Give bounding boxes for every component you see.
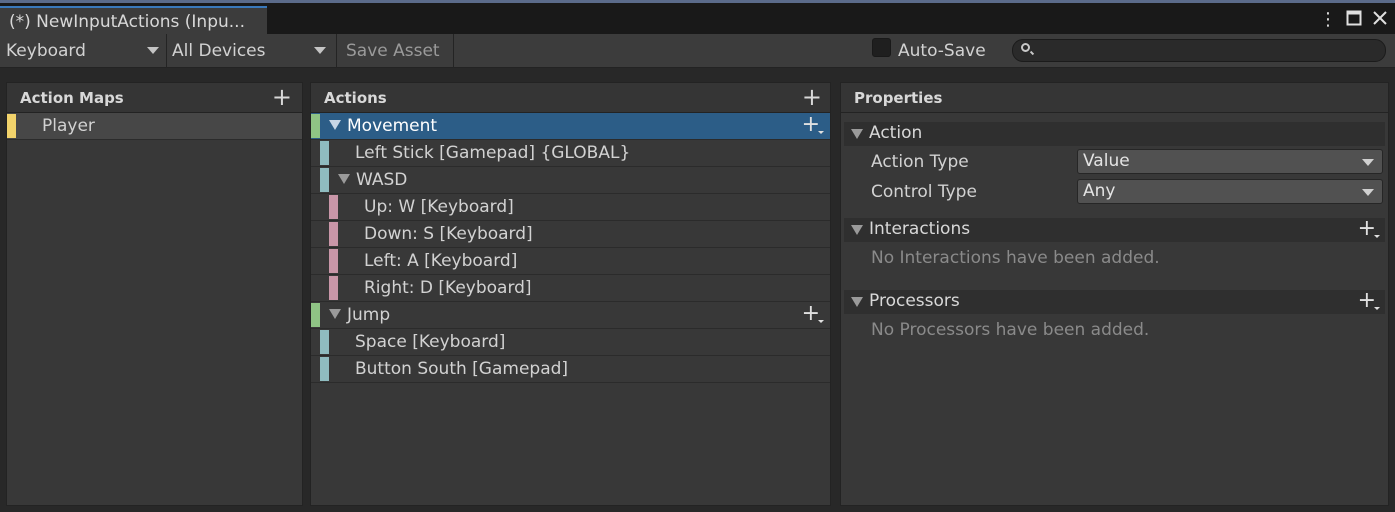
action-maps-title: Action Maps bbox=[20, 89, 124, 107]
tree-row-label: Down: S [Keyboard] bbox=[364, 224, 533, 244]
control-type-label: Control Type bbox=[871, 182, 977, 202]
tree-row-label: Movement bbox=[347, 116, 438, 136]
foldout-triangle-icon[interactable] bbox=[329, 120, 341, 130]
kebab-menu-icon[interactable]: ⋮ bbox=[1319, 10, 1337, 30]
tree-row-label: WASD bbox=[356, 170, 408, 190]
tree-row-label: Left: A [Keyboard] bbox=[364, 251, 518, 271]
row-color-bar bbox=[311, 303, 320, 327]
row-color-bar bbox=[329, 276, 338, 300]
composite-row[interactable]: WASD bbox=[311, 167, 830, 194]
control-type-dropdown[interactable]: Any bbox=[1077, 179, 1383, 204]
action-row[interactable]: Movement + bbox=[311, 113, 830, 140]
foldout-triangle-icon bbox=[851, 297, 863, 307]
save-asset-button[interactable]: Save Asset bbox=[339, 37, 447, 65]
window-tab[interactable]: (*) NewInputActions (Inpu... bbox=[0, 6, 267, 37]
action-row[interactable]: Jump + bbox=[311, 302, 830, 329]
tree-row-label: Jump bbox=[347, 305, 391, 325]
actions-header: Actions + bbox=[311, 83, 830, 113]
properties-title: Properties bbox=[854, 89, 943, 107]
window-controls: ⋮ bbox=[1319, 10, 1389, 30]
tree-row-label: Right: D [Keyboard] bbox=[364, 278, 532, 298]
foldout-triangle-icon bbox=[851, 225, 863, 235]
binding-row[interactable]: Down: S [Keyboard] bbox=[311, 221, 830, 248]
close-icon[interactable] bbox=[1371, 10, 1389, 30]
tree-row-label: Left Stick [Gamepad] {GLOBAL} bbox=[355, 143, 631, 163]
toolbar-divider bbox=[336, 34, 337, 68]
row-color-bar bbox=[329, 249, 338, 273]
action-section-header[interactable]: Action bbox=[844, 122, 1385, 146]
add-binding-icon[interactable]: + bbox=[802, 114, 825, 136]
action-section-title: Action bbox=[869, 123, 923, 143]
action-map-color-bar bbox=[7, 114, 16, 138]
foldout-triangle-icon[interactable] bbox=[329, 309, 341, 319]
foldout-triangle-icon bbox=[851, 129, 863, 139]
row-color-bar bbox=[320, 330, 329, 354]
binding-row[interactable]: Up: W [Keyboard] bbox=[311, 194, 830, 221]
add-interaction-icon[interactable]: + bbox=[1358, 218, 1381, 240]
interactions-section-title: Interactions bbox=[869, 219, 971, 239]
chevron-down-icon bbox=[1362, 159, 1374, 166]
actions-panel: Actions + Movement + Left Stick [Gamepad] … bbox=[310, 82, 831, 506]
tree-row-label: Up: W [Keyboard] bbox=[364, 197, 514, 217]
interactions-empty-note: No Interactions have been added. bbox=[871, 248, 1160, 268]
search-input[interactable] bbox=[1012, 39, 1386, 62]
action-type-dropdown[interactable]: Value bbox=[1077, 149, 1383, 174]
binding-row[interactable]: Left: A [Keyboard] bbox=[311, 248, 830, 275]
processors-section-title: Processors bbox=[869, 291, 960, 311]
row-color-bar bbox=[320, 141, 329, 165]
control-type-value: Any bbox=[1083, 181, 1116, 201]
properties-header: Properties bbox=[841, 83, 1388, 113]
maximize-icon[interactable] bbox=[1345, 10, 1363, 30]
processors-section-header[interactable]: Processors + bbox=[844, 290, 1385, 314]
window-titlebar: (*) NewInputActions (Inpu... ⋮ bbox=[0, 0, 1395, 37]
action-maps-header: Action Maps + bbox=[7, 83, 302, 113]
row-color-bar bbox=[320, 168, 329, 192]
row-color-bar bbox=[329, 222, 338, 246]
row-color-bar bbox=[320, 357, 329, 381]
devices-value: All Devices bbox=[172, 41, 266, 61]
row-color-bar bbox=[311, 114, 320, 138]
chevron-down-icon bbox=[314, 47, 326, 54]
add-binding-icon[interactable]: + bbox=[802, 303, 825, 325]
foldout-triangle-icon[interactable] bbox=[338, 174, 350, 184]
tree-row-label: Button South [Gamepad] bbox=[355, 359, 569, 379]
action-maps-panel: Action Maps + Player bbox=[6, 82, 303, 506]
action-type-row: Action Type Value bbox=[841, 146, 1388, 176]
control-scheme-value: Keyboard bbox=[6, 41, 86, 61]
chevron-down-icon bbox=[1362, 189, 1374, 196]
search-icon bbox=[1021, 43, 1030, 52]
auto-save-label: Auto-Save bbox=[898, 41, 986, 61]
chevron-down-icon bbox=[147, 47, 159, 54]
add-action-icon[interactable]: + bbox=[802, 85, 822, 109]
action-type-label: Action Type bbox=[871, 152, 969, 172]
binding-row[interactable]: Button South [Gamepad] bbox=[311, 356, 830, 383]
actions-title: Actions bbox=[324, 89, 387, 107]
control-type-row: Control Type Any bbox=[841, 176, 1388, 206]
interactions-section-header[interactable]: Interactions + bbox=[844, 218, 1385, 242]
action-type-value: Value bbox=[1083, 151, 1130, 171]
action-map-label: Player bbox=[42, 116, 95, 136]
interactions-body: No Interactions have been added. bbox=[841, 242, 1388, 290]
devices-dropdown[interactable]: All Devices bbox=[166, 37, 332, 65]
binding-row[interactable]: Right: D [Keyboard] bbox=[311, 275, 830, 302]
toolbar-divider bbox=[453, 34, 454, 68]
tree-row-label: Space [Keyboard] bbox=[355, 332, 506, 352]
row-color-bar bbox=[329, 195, 338, 219]
control-scheme-dropdown[interactable]: Keyboard bbox=[0, 37, 165, 65]
add-processor-icon[interactable]: + bbox=[1358, 290, 1381, 312]
processors-body: No Processors have been added. bbox=[841, 314, 1388, 344]
processors-empty-note: No Processors have been added. bbox=[871, 320, 1150, 340]
binding-row[interactable]: Space [Keyboard] bbox=[311, 329, 830, 356]
actions-tree: Movement + Left Stick [Gamepad] {GLOBAL} WA… bbox=[311, 113, 830, 383]
add-action-map-icon[interactable]: + bbox=[272, 85, 292, 109]
properties-panel: Properties Action Action Type Value Cont… bbox=[840, 82, 1389, 506]
binding-row[interactable]: Left Stick [Gamepad] {GLOBAL} bbox=[311, 140, 830, 167]
action-map-item[interactable]: Player bbox=[7, 113, 302, 140]
auto-save-checkbox[interactable] bbox=[872, 38, 891, 57]
